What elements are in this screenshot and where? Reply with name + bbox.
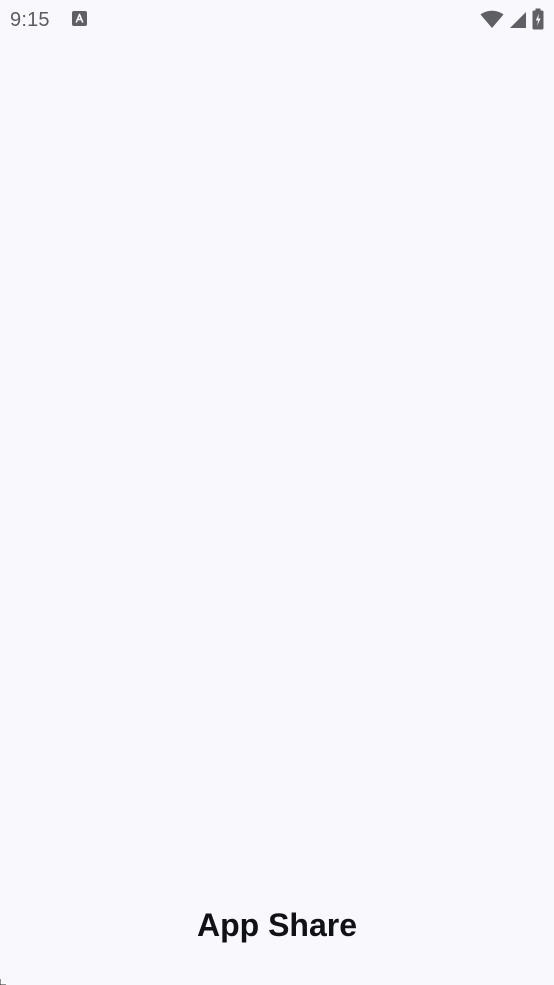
status-bar: 9:15 — [0, 0, 554, 38]
cell-signal-icon — [510, 12, 526, 28]
status-icons — [480, 8, 544, 30]
battery-charging-icon — [532, 8, 544, 30]
status-time: 9:15 — [10, 9, 50, 31]
autofill-a-icon — [72, 11, 87, 26]
wifi-icon — [480, 10, 504, 28]
corner-mark — [0, 979, 6, 985]
app-title: App Share — [196, 907, 358, 943]
